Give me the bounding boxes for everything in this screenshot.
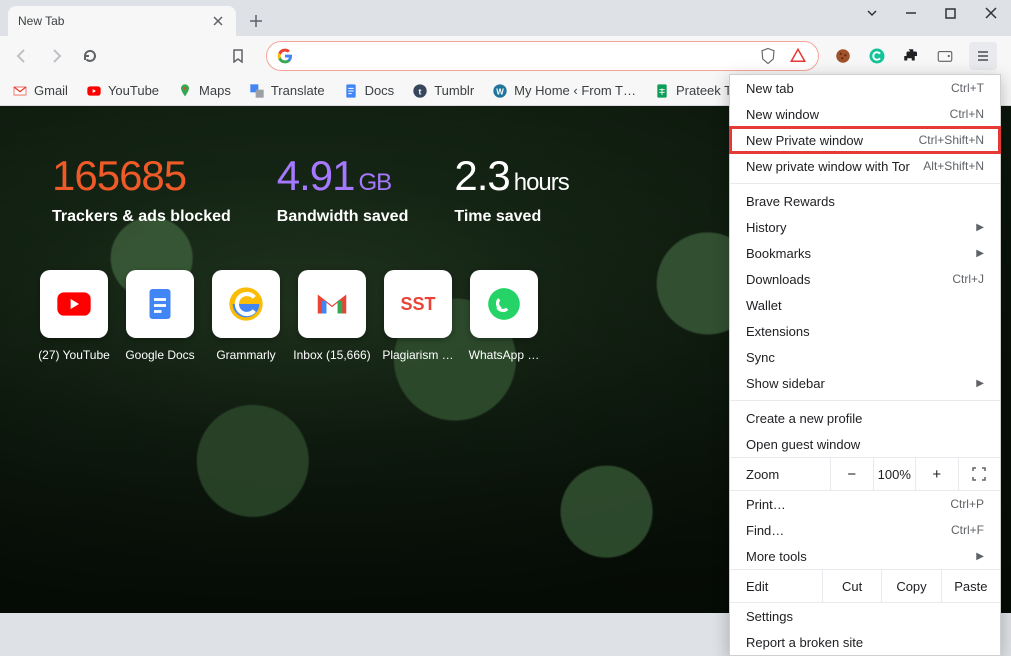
menu-new-tor-window[interactable]: New private window with TorAlt+Shift+N bbox=[730, 153, 1000, 179]
docs-icon bbox=[343, 83, 359, 99]
bookmark-youtube[interactable]: YouTube bbox=[86, 83, 159, 99]
minimize-icon[interactable] bbox=[905, 7, 925, 19]
stat-bandwidth: 4.91GB Bandwidth saved bbox=[277, 152, 409, 226]
wallet-icon[interactable] bbox=[935, 46, 955, 66]
gmail-icon bbox=[12, 83, 28, 99]
back-button[interactable] bbox=[8, 42, 36, 70]
fullscreen-button[interactable] bbox=[958, 458, 1001, 490]
menu-find[interactable]: Find…Ctrl+F bbox=[730, 517, 1000, 543]
stat-time-label: Time saved bbox=[454, 208, 568, 226]
browser-menu: New tabCtrl+T New windowCtrl+N New Priva… bbox=[729, 74, 1001, 656]
menu-rewards[interactable]: Brave Rewards bbox=[730, 188, 1000, 214]
menu-guest-window[interactable]: Open guest window bbox=[730, 431, 1000, 457]
menu-new-window[interactable]: New windowCtrl+N bbox=[730, 101, 1000, 127]
tile-sst[interactable]: SST Plagiarism … bbox=[384, 270, 452, 362]
zoom-in-button[interactable]: + bbox=[915, 458, 958, 490]
bookmark-gmail[interactable]: Gmail bbox=[12, 83, 68, 99]
menu-extensions[interactable]: Extensions bbox=[730, 318, 1000, 344]
stat-trackers: 165685 Trackers & ads blocked bbox=[52, 152, 231, 226]
cookie-icon[interactable] bbox=[833, 46, 853, 66]
chevron-right-icon: ▶ bbox=[976, 551, 984, 562]
menu-new-tab[interactable]: New tabCtrl+T bbox=[730, 75, 1000, 101]
maximize-icon[interactable] bbox=[945, 8, 965, 19]
bookmark-docs[interactable]: Docs bbox=[343, 83, 395, 99]
wordpress-icon: W bbox=[492, 83, 508, 99]
tile-whatsapp[interactable]: WhatsApp … bbox=[470, 270, 538, 362]
menu-sync[interactable]: Sync bbox=[730, 344, 1000, 370]
menu-create-profile[interactable]: Create a new profile bbox=[730, 405, 1000, 431]
menu-new-private-window[interactable]: New Private windowCtrl+Shift+N bbox=[730, 127, 1000, 153]
bookmark-icon[interactable] bbox=[224, 42, 252, 70]
menu-report[interactable]: Report a broken site bbox=[730, 629, 1000, 655]
sheets-icon bbox=[654, 83, 670, 99]
close-tab-icon[interactable] bbox=[210, 13, 226, 29]
paste-button[interactable]: Paste bbox=[941, 570, 1000, 602]
translate-icon bbox=[249, 83, 265, 99]
menu-downloads[interactable]: DownloadsCtrl+J bbox=[730, 266, 1000, 292]
bookmark-translate[interactable]: Translate bbox=[249, 83, 325, 99]
bookmark-tumblr[interactable]: tTumblr bbox=[412, 83, 474, 99]
reload-button[interactable] bbox=[76, 42, 104, 70]
menu-settings[interactable]: Settings bbox=[730, 603, 1000, 629]
chevron-right-icon: ▶ bbox=[976, 378, 984, 389]
grammarly-ext-icon[interactable] bbox=[867, 46, 887, 66]
stat-time: 2.3hours Time saved bbox=[454, 152, 568, 226]
window-controls bbox=[865, 6, 1005, 20]
tile-gmail[interactable]: Inbox (15,666) bbox=[298, 270, 366, 362]
extensions-icon[interactable] bbox=[901, 46, 921, 66]
menu-button[interactable] bbox=[969, 42, 997, 70]
forward-button[interactable] bbox=[42, 42, 70, 70]
menu-separator bbox=[730, 183, 1000, 184]
tile-youtube[interactable]: (27) YouTube bbox=[40, 270, 108, 362]
toolbar bbox=[0, 36, 1011, 76]
stat-time-value: 2.3hours bbox=[454, 152, 568, 200]
new-tab-button[interactable] bbox=[242, 7, 270, 35]
zoom-value: 100% bbox=[873, 458, 916, 490]
menu-history[interactable]: History▶ bbox=[730, 214, 1000, 240]
close-window-icon[interactable] bbox=[985, 7, 1005, 19]
menu-wallet[interactable]: Wallet bbox=[730, 292, 1000, 318]
cut-button[interactable]: Cut bbox=[822, 570, 881, 602]
browser-tab[interactable]: New Tab bbox=[8, 6, 236, 36]
bookmark-maps[interactable]: Maps bbox=[177, 83, 231, 99]
brave-shield-icon[interactable] bbox=[758, 46, 778, 66]
copy-button[interactable]: Copy bbox=[881, 570, 940, 602]
menu-sidebar[interactable]: Show sidebar▶ bbox=[730, 370, 1000, 396]
address-input[interactable] bbox=[301, 48, 758, 64]
toolbar-extensions bbox=[833, 42, 1003, 70]
stat-trackers-label: Trackers & ads blocked bbox=[52, 208, 231, 226]
menu-zoom: Zoom − 100% + bbox=[730, 457, 1000, 491]
menu-print[interactable]: Print…Ctrl+P bbox=[730, 491, 1000, 517]
tab-title: New Tab bbox=[18, 14, 64, 28]
stat-bandwidth-label: Bandwidth saved bbox=[277, 208, 409, 226]
menu-separator bbox=[730, 400, 1000, 401]
titlebar: New Tab bbox=[0, 0, 1011, 36]
maps-icon bbox=[177, 83, 193, 99]
tumblr-icon: t bbox=[412, 83, 428, 99]
stat-bandwidth-value: 4.91GB bbox=[277, 152, 409, 200]
zoom-out-button[interactable]: − bbox=[830, 458, 873, 490]
menu-bookmarks[interactable]: Bookmarks▶ bbox=[730, 240, 1000, 266]
svg-text:W: W bbox=[496, 87, 504, 96]
brave-rewards-icon[interactable] bbox=[788, 46, 808, 66]
stat-trackers-value: 165685 bbox=[52, 152, 231, 200]
chevron-down-icon[interactable] bbox=[865, 6, 885, 20]
bookmark-wordpress[interactable]: WMy Home ‹ From T… bbox=[492, 83, 636, 99]
menu-edit: Edit Cut Copy Paste bbox=[730, 569, 1000, 603]
tile-docs[interactable]: Google Docs bbox=[126, 270, 194, 362]
svg-text:t: t bbox=[419, 86, 422, 96]
chevron-right-icon: ▶ bbox=[976, 248, 984, 259]
youtube-icon bbox=[86, 83, 102, 99]
chevron-right-icon: ▶ bbox=[976, 222, 984, 233]
tile-grammarly[interactable]: Grammarly bbox=[212, 270, 280, 362]
menu-more-tools[interactable]: More tools▶ bbox=[730, 543, 1000, 569]
address-bar[interactable] bbox=[266, 41, 819, 71]
google-icon bbox=[277, 48, 293, 64]
